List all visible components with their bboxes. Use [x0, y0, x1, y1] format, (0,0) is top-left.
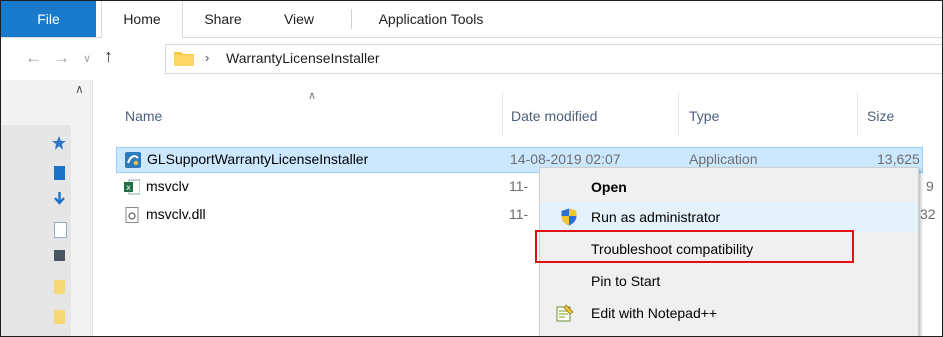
file-date-modified: 11- — [509, 178, 529, 194]
menu-item-label: Edit with Notepad++ — [591, 305, 718, 321]
sort-ascending-icon: ∧ — [308, 90, 317, 102]
folder-icon — [174, 52, 194, 66]
file-name: msvclv.dll — [146, 206, 206, 222]
file-name: GLSupportWarrantyLicenseInstaller — [147, 151, 369, 167]
forward-arrow-icon[interactable]: → — [53, 48, 70, 68]
desktop-folder-icon[interactable] — [54, 166, 65, 180]
tab-home[interactable]: Home — [101, 1, 183, 38]
scroll-up-icon[interactable]: ∧ — [75, 82, 84, 96]
file-size: 13,625 — [877, 151, 920, 167]
navigation-pane: ∧ — [1, 80, 93, 336]
folder-icon[interactable] — [54, 310, 65, 324]
menu-item-run-as-administrator[interactable]: Run as administrator — [540, 202, 918, 232]
downloads-arrow-icon[interactable] — [54, 192, 65, 206]
file-type: Application — [689, 151, 758, 167]
column-separator[interactable] — [857, 93, 858, 135]
excel-file-icon: x — [124, 179, 140, 195]
file-size: 32 — [920, 206, 936, 222]
navigation-bar: ← → ∨ ↑ › WarrantyLicenseInstaller — [1, 38, 942, 80]
menu-item-label: Troubleshoot compatibility — [591, 241, 754, 257]
application-icon — [125, 152, 141, 168]
ribbon-tabs: File Home Share View Application Tools — [1, 1, 942, 38]
menu-item-open[interactable]: Open — [540, 172, 918, 202]
column-separator[interactable] — [502, 93, 503, 135]
tab-view[interactable]: View — [269, 1, 329, 37]
menu-item-troubleshoot-compatibility[interactable]: Troubleshoot compatibility — [540, 234, 918, 264]
file-size: 9 — [926, 178, 934, 194]
notepad-plus-icon — [556, 304, 574, 322]
pictures-icon[interactable] — [54, 250, 65, 261]
tab-share[interactable]: Share — [184, 1, 262, 37]
explorer-window: File Home Share View Application Tools ←… — [0, 0, 943, 337]
tab-separator — [351, 9, 352, 29]
column-header-date-modified[interactable]: Date modified — [511, 108, 597, 124]
tab-file[interactable]: File — [1, 1, 96, 37]
uac-shield-icon — [561, 208, 577, 226]
folder-icon[interactable] — [54, 280, 65, 294]
column-header-size[interactable]: Size — [867, 108, 894, 124]
documents-icon[interactable] — [54, 222, 67, 238]
menu-item-label: Pin to Start — [591, 273, 661, 289]
menu-item-label: Open — [591, 179, 627, 195]
svg-text:x: x — [126, 183, 131, 192]
address-bar[interactable]: › WarrantyLicenseInstaller — [165, 44, 942, 74]
context-menu: Open Run as administrator Troubleshoot c… — [539, 167, 919, 336]
file-date-modified: 11- — [509, 206, 529, 222]
up-arrow-icon[interactable]: ↑ — [104, 46, 113, 67]
tab-application-tools[interactable]: Application Tools — [356, 1, 506, 37]
file-date-modified: 14-08-2019 02:07 — [510, 151, 621, 167]
breadcrumb-current-folder[interactable]: WarrantyLicenseInstaller — [226, 50, 380, 66]
menu-item-pin-to-start[interactable]: Pin to Start — [540, 266, 918, 296]
quick-access-pin-icon[interactable] — [51, 135, 67, 151]
back-arrow-icon[interactable]: ← — [25, 48, 42, 68]
menu-item-edit-with-notepad-plus-plus[interactable]: Edit with Notepad++ — [540, 298, 918, 328]
dll-file-icon — [125, 207, 139, 223]
breadcrumb-chevron-icon[interactable]: › — [205, 50, 209, 65]
column-header-type[interactable]: Type — [689, 108, 719, 124]
column-header-name[interactable]: Name — [125, 108, 162, 124]
recent-locations-chevron-icon[interactable]: ∨ — [83, 52, 91, 65]
column-separator[interactable] — [678, 93, 679, 135]
file-name: msvclv — [146, 178, 189, 194]
menu-item-label: Run as administrator — [591, 209, 721, 225]
